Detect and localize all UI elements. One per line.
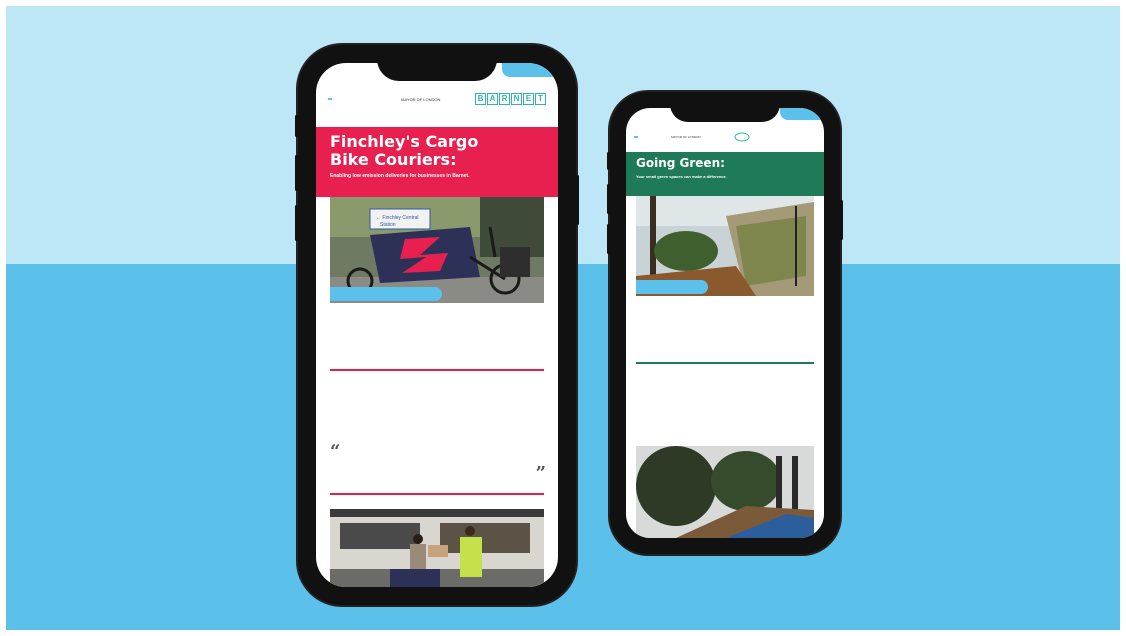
divider [330, 493, 544, 495]
photo-caption [636, 280, 708, 294]
close-quote-mark: ” [535, 463, 546, 484]
cross-river-logo [634, 136, 638, 138]
barnet-letter: N [511, 93, 522, 105]
hero-banner: Finchley's Cargo Bike Couriers: Enabling… [316, 127, 558, 197]
photo-caption [330, 287, 442, 301]
divider [636, 362, 814, 364]
barnet-letter: T [535, 93, 546, 105]
phone-screen: MAYOR OF LONDON Going Green: Your small … [626, 108, 824, 538]
paragraph [636, 370, 814, 410]
hero-banner: Going Green: Your small green spaces can… [626, 152, 824, 196]
courier-delivery-photo [330, 509, 544, 587]
phone-power-button [576, 175, 579, 225]
corner-tab [780, 108, 824, 120]
paragraph [330, 319, 544, 363]
cargo-bike-photo: ← Finchley Central Station [330, 197, 544, 303]
cross-river-logo [328, 98, 332, 100]
svg-text:← Finchley Central: ← Finchley Central [376, 215, 419, 221]
hero-subtitle: Enabling low emission deliveries for bus… [330, 173, 470, 179]
planter-photo [636, 446, 814, 538]
paragraph [636, 416, 814, 440]
phone-mockup-going-green: MAYOR OF LONDON Going Green: Your small … [607, 92, 843, 554]
paragraph [636, 328, 814, 356]
open-quote-mark: “ [330, 441, 341, 462]
paragraph [330, 381, 544, 417]
corner-tab [502, 63, 558, 77]
barnet-letter: R [499, 93, 510, 105]
mayor-of-london-logo: MAYOR OF LONDON [671, 134, 701, 139]
partner-logo-circle [734, 132, 750, 142]
partner-logos: MAYOR OF LONDON BARNET [316, 79, 558, 119]
phone-volume-button [607, 224, 610, 254]
barnet-logo: BARNET [475, 93, 546, 105]
phone-volume-button [607, 184, 610, 214]
mayor-of-london-logo: MAYOR OF LONDON [401, 96, 441, 102]
phone-side-button [607, 152, 610, 170]
phone-screen: MAYOR OF LONDON BARNET Finchley's Cargo … [316, 63, 558, 587]
phone-mockup-cargo-bike: MAYOR OF LONDON BARNET Finchley's Cargo … [295, 45, 579, 605]
divider [330, 369, 544, 371]
barnet-letter: A [487, 93, 498, 105]
hero-title: Finchley's Cargo Bike Couriers: [330, 132, 479, 169]
garden-wall-photo [636, 196, 814, 296]
paragraph [636, 304, 814, 324]
phone-volume-button [295, 155, 298, 191]
hero-title: Going Green: [636, 156, 725, 170]
barnet-letter: B [475, 93, 486, 105]
phone-side-button [295, 115, 298, 137]
phone-notch [377, 45, 497, 81]
barnet-letter: E [523, 93, 534, 105]
hero-subtitle: Your small green spaces can make a diffe… [636, 174, 727, 179]
phone-power-button [840, 200, 843, 240]
partner-logos: MAYOR OF LONDON [626, 122, 824, 152]
svg-text:Station: Station [380, 222, 396, 228]
phone-notch [670, 92, 780, 122]
phone-volume-button [295, 205, 298, 241]
